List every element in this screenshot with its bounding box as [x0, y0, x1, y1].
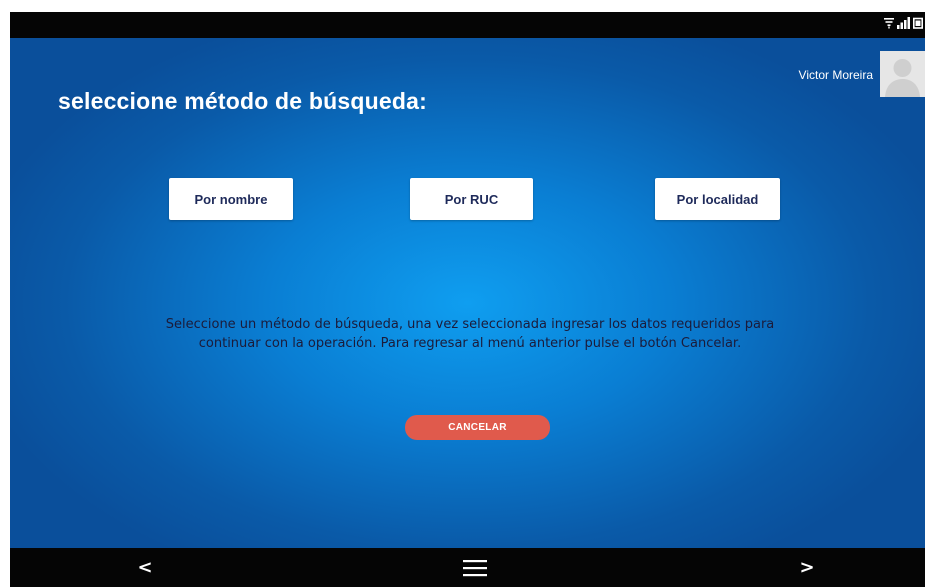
wifi-icon [884, 17, 894, 29]
navigation-bar: < > [10, 548, 925, 587]
app-frame: seleccione método de búsqueda: Victor Mo… [0, 0, 925, 587]
user-name: Victor Moreira [798, 68, 873, 82]
avatar[interactable] [880, 51, 925, 97]
status-icons [884, 17, 923, 29]
battery-icon [913, 17, 923, 29]
search-by-locality-button[interactable]: Por localidad [655, 178, 780, 220]
menu-button[interactable] [458, 548, 492, 587]
instructions-text: Seleccione un método de búsqueda, una ve… [165, 317, 775, 351]
search-method-screen: seleccione método de búsqueda: Victor Mo… [10, 38, 925, 548]
signal-icon [897, 17, 910, 29]
page-title: seleccione método de búsqueda: [58, 88, 427, 114]
search-by-ruc-button[interactable]: Por RUC [410, 178, 533, 220]
user-silhouette-icon [880, 51, 925, 97]
forward-button[interactable]: > [792, 548, 822, 587]
back-button[interactable]: < [130, 548, 160, 587]
hamburger-menu-icon [463, 559, 487, 576]
cancel-button[interactable]: CANCELAR [405, 415, 550, 440]
status-bar [10, 12, 925, 38]
tablet-screen: seleccione método de búsqueda: Victor Mo… [10, 12, 925, 587]
search-by-name-button[interactable]: Por nombre [169, 178, 293, 220]
